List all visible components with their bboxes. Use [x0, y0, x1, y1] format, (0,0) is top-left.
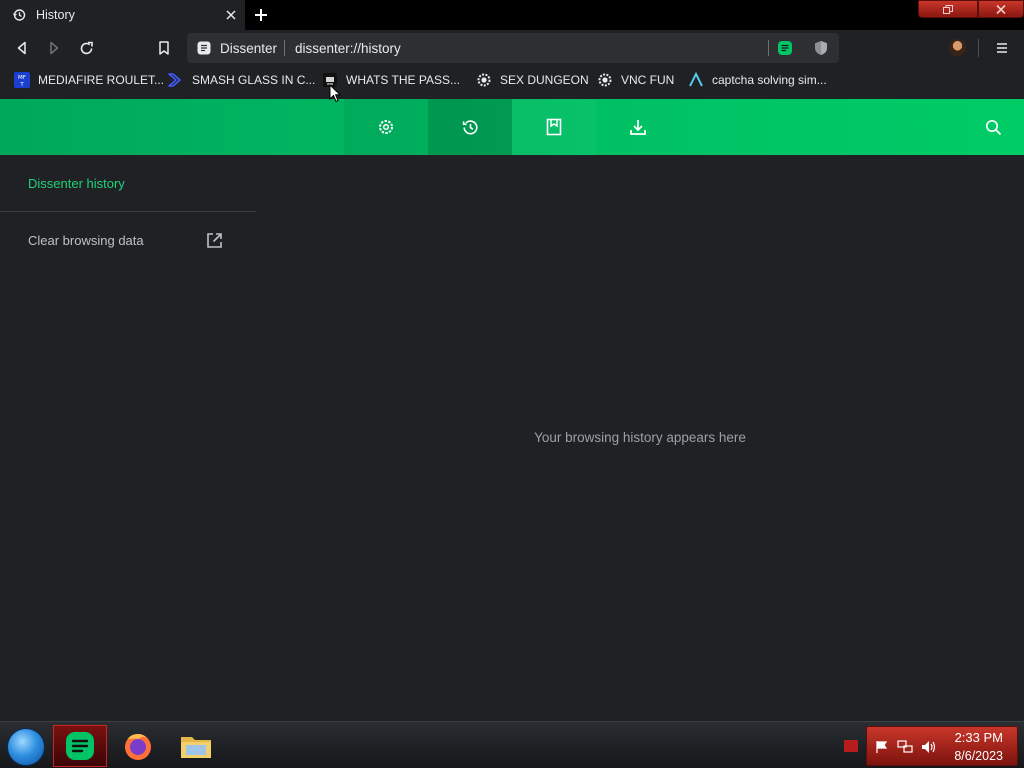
forward-icon — [50, 41, 59, 55]
taskbar-explorer-app[interactable] — [169, 725, 223, 767]
bookmark-label: WHATS THE PASS... — [346, 73, 461, 87]
omnibox-divider — [768, 40, 769, 56]
window-controls — [918, 0, 1024, 18]
reload-icon — [80, 41, 93, 54]
notification-icon[interactable] — [844, 740, 858, 752]
shield-icon[interactable] — [813, 40, 829, 56]
downloads-nav-button[interactable] — [596, 99, 680, 155]
tab-history[interactable]: History — [0, 0, 245, 30]
forward-button[interactable] — [43, 37, 65, 59]
svg-text:MF: MF — [18, 75, 26, 81]
bookmark-button[interactable] — [153, 37, 175, 59]
dissenter-app-icon — [66, 732, 94, 760]
bookmark-item[interactable]: SEX DUNGEON — [476, 70, 589, 90]
network-icon[interactable] — [897, 740, 913, 754]
system-tray: 2:33 PM 8/6/2023 — [866, 726, 1018, 766]
bookmark-icon — [159, 41, 169, 55]
bookmark-item[interactable]: captcha solving sim... — [688, 70, 827, 90]
back-icon — [17, 41, 26, 55]
history-icon — [12, 8, 26, 22]
action-center-flag-icon[interactable] — [874, 740, 890, 754]
empty-history-message: Your browsing history appears here — [534, 430, 746, 445]
history-nav-button[interactable] — [428, 99, 512, 155]
bookmark-label: captcha solving sim... — [712, 73, 827, 87]
hamburger-menu-icon — [997, 43, 1007, 53]
bookmarks-bar: MF T MEDIAFIRE ROULET... SMASH GLASS IN C… — [0, 66, 1024, 93]
mediafire-icon: MF T — [14, 72, 30, 88]
volume-icon[interactable] — [921, 740, 937, 754]
address-bar[interactable]: Dissenter dissenter://history — [187, 33, 839, 63]
history-page: Dissenter history Clear browsing data Yo… — [0, 99, 1024, 721]
omnibox-divider — [284, 40, 285, 56]
page-header — [0, 99, 1024, 155]
chevron-bookmark-icon — [168, 72, 184, 88]
toolbar-divider — [978, 39, 979, 57]
bookmark-item[interactable]: VNC FUN — [597, 70, 674, 90]
profile-avatar[interactable] — [949, 39, 966, 56]
sidebar-title[interactable]: Dissenter history — [28, 176, 125, 191]
bookmarks-icon — [546, 118, 562, 136]
reload-button[interactable] — [75, 37, 97, 59]
bookmark-item[interactable]: MF T MEDIAFIRE ROULET... — [14, 70, 164, 90]
gear-site-icon — [476, 72, 492, 88]
bookmark-label: SMASH GLASS IN C... — [192, 73, 316, 87]
clear-browsing-data-link[interactable]: Clear browsing data — [28, 233, 144, 248]
back-button[interactable] — [11, 37, 33, 59]
settings-icon — [379, 120, 393, 134]
folder-icon — [181, 737, 211, 758]
taskbar: 2:33 PM 8/6/2023 — [0, 721, 1024, 768]
dissenter-site-icon — [197, 41, 211, 55]
mouse-cursor-icon — [329, 83, 342, 103]
new-tab-button[interactable] — [250, 4, 272, 26]
sidebar-divider — [0, 211, 256, 212]
external-link-icon[interactable] — [204, 230, 224, 250]
site-name: Dissenter — [220, 41, 278, 56]
firefox-icon — [125, 733, 151, 760]
settings-nav-button[interactable] — [344, 99, 428, 155]
bookmark-label: VNC FUN — [621, 73, 675, 87]
tab-strip: History — [0, 0, 1024, 30]
search-button[interactable] — [980, 116, 1006, 138]
clock-date[interactable]: 8/6/2023 — [954, 749, 1003, 763]
close-window-button[interactable] — [978, 0, 1024, 18]
tab-title: History — [36, 8, 75, 22]
url-text[interactable]: dissenter://history — [295, 41, 401, 56]
taskbar-dissenter-app[interactable] — [53, 725, 107, 767]
svg-text:T: T — [19, 82, 24, 88]
restore-window-button[interactable] — [918, 0, 978, 18]
clock-time[interactable]: 2:33 PM — [955, 730, 1003, 745]
taskbar-firefox-app[interactable] — [111, 725, 165, 767]
history-icon — [462, 119, 478, 134]
start-button[interactable] — [7, 728, 45, 766]
bookmark-item[interactable]: SMASH GLASS IN C... — [168, 70, 315, 90]
bookmark-label: MEDIAFIRE ROULET... — [38, 73, 165, 87]
close-tab-icon[interactable] — [223, 7, 239, 23]
bookmark-label: SEX DUNGEON — [500, 73, 589, 87]
menu-button[interactable] — [991, 37, 1013, 59]
download-icon — [630, 120, 646, 135]
arc-icon — [688, 72, 704, 88]
browser-toolbar: Dissenter dissenter://history — [0, 30, 1024, 66]
gear-site-icon — [597, 72, 613, 88]
bookmarks-nav-button[interactable] — [512, 99, 596, 155]
dissenter-extension-icon[interactable] — [777, 40, 793, 56]
search-icon — [985, 119, 1001, 135]
bookmark-item[interactable]: WHATS THE PASS... — [322, 70, 460, 90]
